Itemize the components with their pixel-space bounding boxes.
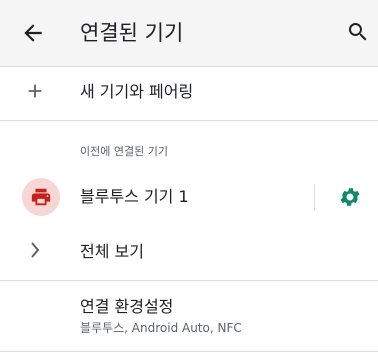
device-item[interactable]: 블루투스 기기 1: [0, 170, 378, 224]
app-bar: 연결된 기기: [0, 0, 378, 67]
pair-new-device-item[interactable]: 새 기기와 페어링: [0, 66, 378, 121]
page-title: 연결된 기기: [80, 21, 184, 45]
device-name: 블루투스 기기 1: [80, 187, 189, 206]
connection-preferences-item[interactable]: 연결 환경설정 블루투스, Android Auto, NFC: [0, 281, 378, 352]
arrow-back-icon[interactable]: [20, 20, 46, 46]
search-icon[interactable]: [346, 20, 370, 44]
see-all-label: 전체 보기: [80, 242, 144, 261]
chevron-right-icon: [31, 242, 40, 258]
device-icon-bubble: [22, 178, 60, 216]
connection-preferences-summary: 블루투스, Android Auto, NFC: [80, 321, 242, 335]
see-all-item[interactable]: 전체 보기: [0, 224, 378, 281]
pair-new-device-label: 새 기기와 페어링: [80, 82, 194, 101]
printer-icon: [31, 188, 51, 206]
gear-icon[interactable]: [338, 185, 362, 209]
device-divider: [314, 184, 315, 210]
previously-connected-header: 이전에 연결된 기기: [80, 145, 168, 158]
connection-preferences-label: 연결 환경설정: [80, 297, 174, 316]
plus-icon: [28, 84, 42, 98]
